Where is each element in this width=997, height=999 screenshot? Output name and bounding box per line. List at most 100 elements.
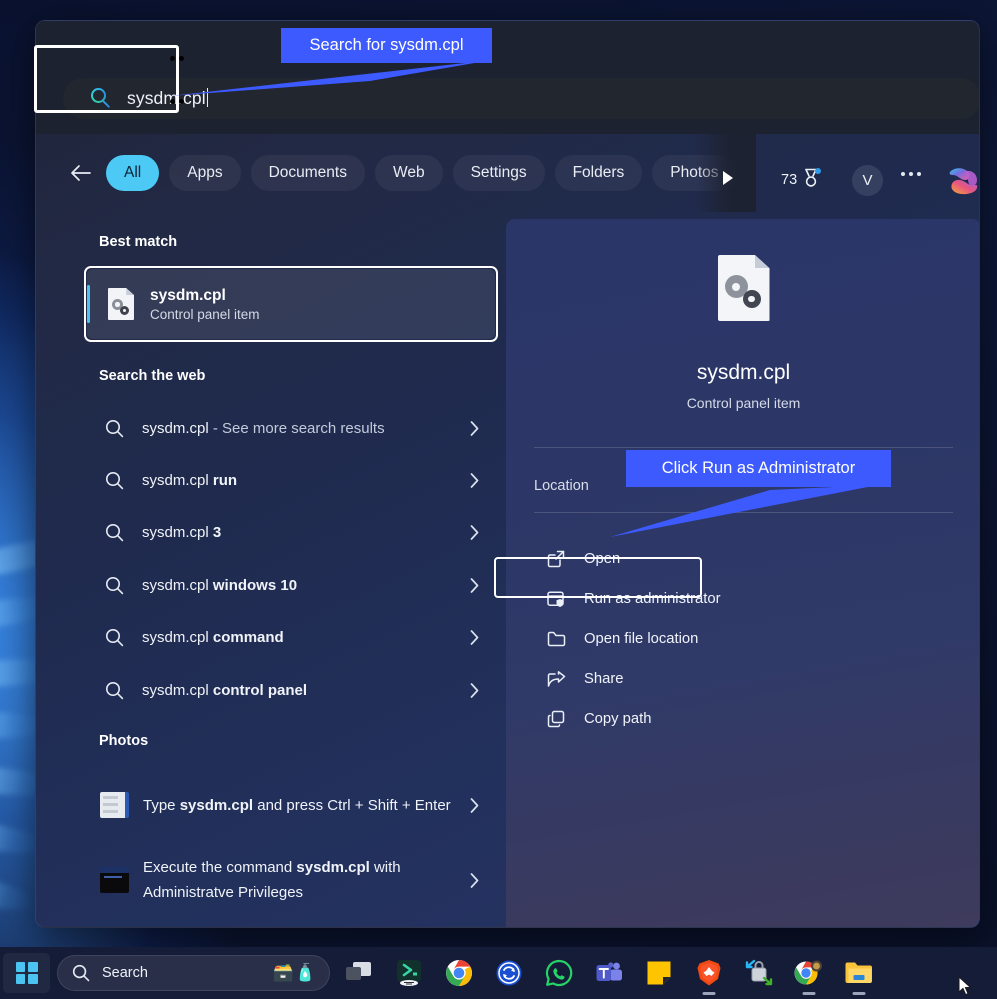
cpl-file-icon — [717, 255, 770, 321]
web-result-row[interactable]: sysdm.cpl - See more search results — [87, 407, 495, 449]
callout-search: Search for sysdm.cpl — [281, 28, 492, 63]
tab-settings[interactable]: Settings — [452, 155, 545, 191]
microsoft-teams-icon[interactable] — [588, 952, 630, 994]
best-match-heading: Best match — [99, 234, 178, 250]
action-label: Open file location — [584, 631, 699, 647]
share-icon — [544, 667, 568, 691]
photo-result-label: Execute the command sysdm.cpl with Admin… — [143, 859, 401, 901]
tab-web[interactable]: Web — [374, 155, 443, 191]
filter-tab-row: All Apps Documents Web Settings Folders … — [36, 134, 979, 212]
callout-text: Click Run as Administrator — [661, 459, 856, 477]
photos-heading: Photos — [99, 733, 149, 749]
task-view-icon[interactable] — [338, 952, 380, 994]
open-external-icon — [544, 547, 568, 571]
preview-subtitle: Control panel item — [686, 395, 801, 411]
action-run-as-administrator[interactable]: Run as administrator — [532, 579, 950, 619]
web-result-label: sysdm.cpl control panel — [142, 681, 308, 699]
chevron-right-icon — [470, 472, 479, 488]
taskbar-search-emoji: 🗃️🧴 — [272, 963, 317, 982]
photo-result-label: Type sysdm.cpl and press Ctrl + Shift + … — [143, 796, 451, 814]
search-icon — [100, 419, 128, 438]
file-explorer-icon[interactable] — [838, 952, 880, 994]
web-result-label: sysdm.cpl 3 — [142, 523, 222, 541]
cpl-file-icon — [108, 288, 134, 320]
sticky-notes-icon[interactable] — [638, 952, 680, 994]
tab-documents[interactable]: Documents — [250, 155, 365, 191]
web-result-label: sysdm.cpl run — [142, 471, 238, 489]
action-open-file-location[interactable]: Open file location — [532, 619, 950, 659]
action-share[interactable]: Share — [532, 659, 950, 699]
tab-folders[interactable]: Folders — [554, 155, 643, 191]
preview-pane: sysdm.cpl Control panel item Location Op… — [506, 219, 979, 927]
avatar-initial: V — [862, 172, 873, 189]
terminal-thumbnail — [100, 867, 129, 893]
selection-accent-bar — [87, 285, 90, 323]
web-result-row[interactable]: sysdm.cpl run — [87, 459, 495, 501]
web-result-label: sysdm.cpl command — [142, 628, 284, 646]
divider — [534, 447, 953, 448]
chevron-right-icon — [470, 524, 479, 540]
best-match-subtitle: Control panel item — [150, 306, 260, 322]
web-result-label: sysdm.cpl windows 10 — [142, 576, 298, 594]
brave-browser-icon[interactable] — [688, 952, 730, 994]
chevron-right-icon — [470, 420, 479, 436]
callout-pointer — [610, 485, 878, 537]
chevron-right-icon — [470, 682, 479, 698]
results-column: Best match sysdm.cpl Control panel item … — [36, 212, 506, 927]
web-result-label: sysdm.cpl - See more search results — [142, 419, 385, 437]
search-the-web-heading: Search the web — [99, 368, 206, 384]
whatsapp-icon[interactable] — [538, 952, 580, 994]
back-arrow-icon[interactable] — [64, 156, 98, 190]
medal-icon — [802, 168, 822, 192]
photo-result-row[interactable]: Type sysdm.cpl and press Ctrl + Shift + … — [87, 774, 495, 836]
search-icon — [100, 681, 128, 700]
search-icon — [100, 628, 128, 647]
action-copy-path[interactable]: Copy path — [532, 699, 950, 739]
chevron-right-icon — [470, 797, 479, 813]
web-result-row[interactable]: sysdm.cpl windows 10 — [87, 564, 495, 606]
mouse-cursor — [958, 976, 972, 996]
web-result-row[interactable]: sysdm.cpl control panel — [87, 669, 495, 711]
rewards-count: 73 — [781, 172, 798, 188]
photo-result-row[interactable]: Execute the command sysdm.cpl with Admin… — [87, 849, 495, 911]
taskbar-search-box[interactable]: Search 🗃️🧴 — [57, 955, 330, 991]
search-icon — [100, 576, 128, 595]
callout-run-as-admin: Click Run as Administrator — [626, 450, 891, 487]
web-result-row[interactable]: sysdm.cpl 3 — [87, 511, 495, 553]
action-open[interactable]: Open — [532, 539, 950, 579]
chevron-right-icon — [470, 629, 479, 645]
best-match-result[interactable]: sysdm.cpl Control panel item — [87, 269, 495, 339]
unlocker-icon[interactable] — [738, 952, 780, 994]
chrome-secondary-icon[interactable] — [788, 952, 830, 994]
search-icon — [100, 523, 128, 542]
taskbar: Search 🗃️🧴 — [0, 947, 997, 999]
windows-logo-icon — [15, 962, 38, 984]
play-right-icon[interactable] — [716, 166, 740, 190]
folder-icon — [544, 627, 568, 651]
chevron-right-icon — [470, 577, 479, 593]
search-icon — [100, 471, 128, 490]
start-button[interactable] — [3, 953, 50, 993]
avatar[interactable]: V — [852, 165, 883, 196]
wallpaper-wave — [0, 869, 37, 917]
callout-text: Search for sysdm.cpl — [309, 36, 464, 54]
copilot-icon[interactable] — [944, 163, 979, 199]
tab-apps[interactable]: Apps — [169, 155, 241, 191]
chevron-right-icon — [470, 872, 479, 888]
action-label: Open — [584, 551, 621, 567]
action-label: Share — [584, 671, 624, 687]
ellipsis-icon[interactable] — [901, 172, 921, 176]
rewards-badge[interactable]: 73 — [781, 168, 822, 192]
action-label: Run as administrator — [584, 591, 721, 607]
action-label: Copy path — [584, 711, 652, 727]
preview-title: sysdm.cpl — [696, 361, 791, 384]
tab-all[interactable]: All — [106, 155, 160, 191]
shield-window-icon — [544, 587, 568, 611]
sync-blue-icon[interactable] — [488, 952, 530, 994]
copy-icon — [544, 707, 568, 731]
dialog-thumbnail — [100, 792, 129, 818]
app-green-icon[interactable] — [388, 952, 430, 994]
web-result-row[interactable]: sysdm.cpl command — [87, 616, 495, 658]
google-chrome-icon[interactable] — [438, 952, 480, 994]
best-match-title: sysdm.cpl — [150, 286, 226, 304]
